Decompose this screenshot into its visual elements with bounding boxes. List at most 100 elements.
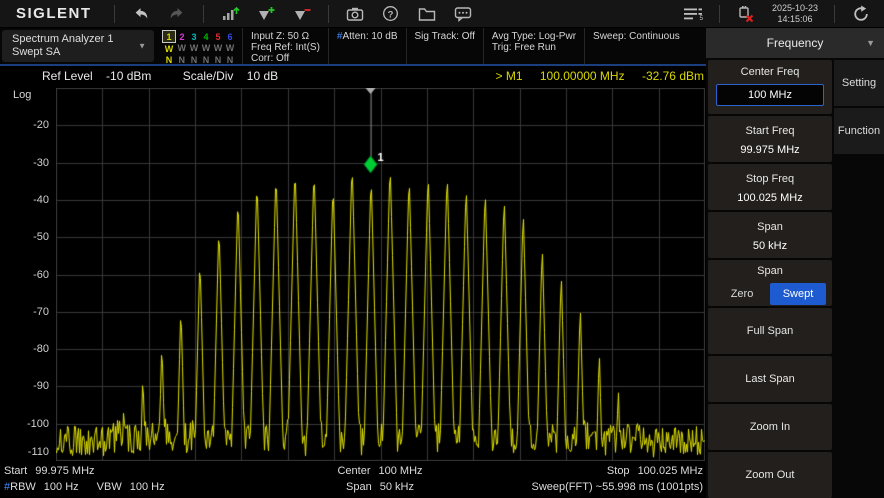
trace-indicator[interactable]: 1: [162, 30, 176, 43]
y-axis-labels: -20 -30 -40 -50 -60 -70 -80 -90 -100 -110: [0, 88, 52, 461]
trace-indicator[interactable]: N: [200, 54, 212, 65]
center-freq-label: Center: [337, 465, 371, 477]
start-freq-label: Start: [4, 465, 28, 477]
help-icon[interactable]: ?: [378, 3, 404, 25]
analyzer-name: Spectrum Analyzer 1: [12, 33, 114, 45]
center-freq-input[interactable]: 100 MHz: [716, 84, 824, 106]
menu-title-dropdown[interactable]: Frequency ▼: [706, 28, 884, 58]
atten-cell[interactable]: #Atten: 10 dB: [329, 28, 407, 64]
last-span-label: Last Span: [745, 373, 795, 385]
start-freq-button-label: Start Freq: [745, 125, 795, 137]
center-freq-button[interactable]: Center Freq 100 MHz: [708, 60, 832, 114]
spectrum-plot[interactable]: [56, 88, 705, 461]
zoom-in-label: Zoom In: [749, 421, 791, 433]
avg-trig-cell[interactable]: Avg Type: Log-Pwr Trig: Free Run: [484, 28, 586, 64]
screenshot-camera-icon[interactable]: [342, 3, 368, 25]
trace-indicator[interactable]: N: [212, 54, 224, 65]
menu-icon[interactable]: 5: [680, 3, 706, 25]
chevron-down-icon: ▼: [138, 41, 146, 51]
span-label: Span: [346, 481, 372, 493]
span-button-value: 50 kHz: [752, 240, 788, 252]
scale-div-value[interactable]: 10 dB: [247, 69, 278, 83]
redo-icon[interactable]: [164, 3, 190, 25]
trace-indicator[interactable]: N: [224, 54, 236, 65]
y-axis-tick-label: -20: [33, 119, 49, 132]
trace-indicator[interactable]: 6: [224, 31, 236, 43]
freq-ref-label: Freq Ref: Int(S): [251, 42, 320, 53]
trig-label: Trig: Free Run: [491, 42, 556, 53]
start-freq-button[interactable]: Start Freq 99.975 MHz: [708, 116, 832, 162]
span-button[interactable]: Span 50 kHz: [708, 212, 832, 258]
input-settings-cell[interactable]: Input Z: 50 Ω Freq Ref: Int(S) Corr: Off: [243, 28, 329, 64]
sweep-time-value: Sweep(FFT) ~55.998 ms (1001pts): [531, 481, 704, 493]
trace-indicator[interactable]: 2: [176, 31, 189, 43]
span-mode-toggle: Span Zero Swept: [708, 260, 832, 306]
footer-annotation-bar: Start 99.975 MHz Center 100 MHz Stop 100.02…: [0, 462, 706, 498]
trace-indicator[interactable]: N: [188, 54, 200, 65]
y-axis-tick-label: -40: [33, 193, 49, 206]
trace-indicator[interactable]: W: [200, 43, 212, 55]
message-icon[interactable]: [450, 3, 476, 25]
ref-level-label[interactable]: Ref Level: [42, 69, 93, 83]
usb-error-icon[interactable]: [733, 3, 759, 25]
start-freq-button-value: 99.975 MHz: [740, 144, 800, 156]
svg-text:?: ?: [388, 9, 394, 20]
marker-readout: > M1 100.00000 MHz -32.76 dBm: [482, 69, 704, 83]
datetime: 2025-10-23 14:15:06: [772, 3, 818, 25]
zoom-out-button[interactable]: Zoom Out: [708, 452, 832, 498]
sig-track-label: Sig Track: Off: [414, 31, 475, 42]
trace-indicator[interactable]: 3: [188, 31, 200, 43]
zoom-in-button[interactable]: Zoom In: [708, 404, 832, 450]
y-axis-tick-label: -90: [33, 380, 49, 393]
top-toolbar: SIGLENT ? 5 2025-10-23 14:15:06: [0, 0, 884, 28]
trace-indicator[interactable]: W: [176, 43, 189, 55]
toolbar-separator: [113, 4, 115, 23]
full-span-label: Full Span: [746, 325, 794, 337]
ref-level-value[interactable]: -10 dBm: [106, 69, 151, 83]
marker-freq: 100.00000 MHz: [539, 69, 625, 83]
undo-icon[interactable]: [128, 3, 154, 25]
tab-function[interactable]: Function: [834, 108, 884, 154]
peak-table-icon[interactable]: [217, 3, 243, 25]
trace-status-grid[interactable]: 123456WWWWWWNNNNNN: [156, 28, 243, 65]
toolbar-separator: [718, 4, 720, 23]
sweep-label: Sweep: Continuous: [593, 31, 680, 42]
span-zero-option[interactable]: Zero: [714, 283, 770, 305]
y-axis-tick-label: -80: [33, 343, 49, 356]
stop-freq-button-value: 100.025 MHz: [737, 192, 803, 204]
span-swept-option[interactable]: Swept: [770, 283, 826, 305]
refresh-icon[interactable]: [848, 3, 874, 25]
scale-div-label[interactable]: Scale/Div: [183, 69, 234, 83]
trace-indicator[interactable]: 5: [212, 31, 224, 43]
trace-indicator[interactable]: W: [224, 43, 236, 55]
analyzer-selector[interactable]: Spectrum Analyzer 1 Swept SA ▼: [2, 30, 154, 62]
siglent-logo: SIGLENT: [16, 5, 92, 22]
zoom-out-label: Zoom Out: [745, 469, 795, 481]
marker-id: > M1: [495, 69, 523, 83]
rbw-value: 100 Hz: [43, 481, 79, 493]
stop-freq-button[interactable]: Stop Freq 100.025 MHz: [708, 164, 832, 210]
full-span-button[interactable]: Full Span: [708, 308, 832, 354]
marker-add-icon[interactable]: [253, 3, 279, 25]
trace-indicator[interactable]: N: [163, 54, 176, 65]
sweep-cell[interactable]: Sweep: Continuous: [585, 28, 688, 64]
status-bar: Spectrum Analyzer 1 Swept SA ▼ 123456WWW…: [0, 28, 706, 66]
sig-track-cell[interactable]: Sig Track: Off: [407, 28, 484, 64]
trace-indicator[interactable]: W: [188, 43, 200, 55]
trace-indicator[interactable]: W: [163, 43, 176, 55]
trace-indicator[interactable]: 4: [200, 31, 212, 43]
y-axis-tick-label: -50: [33, 231, 49, 244]
tab-setting[interactable]: Setting: [834, 60, 884, 106]
marker-delete-icon[interactable]: [289, 3, 315, 25]
corr-label: Corr: Off: [251, 53, 290, 64]
trace-indicator[interactable]: N: [176, 54, 189, 65]
avg-type-label: Avg Type: Log-Pwr: [491, 31, 577, 42]
y-axis-tick-label: -70: [33, 305, 49, 318]
toolbar-separator: [834, 4, 835, 23]
file-folder-icon[interactable]: [414, 3, 440, 25]
trace-indicator[interactable]: W: [212, 43, 224, 55]
marker-amplitude: -32.76 dBm: [641, 69, 704, 83]
y-axis-tick-label: -100: [26, 417, 49, 430]
toolbar-separator: [202, 4, 204, 23]
last-span-button[interactable]: Last Span: [708, 356, 832, 402]
